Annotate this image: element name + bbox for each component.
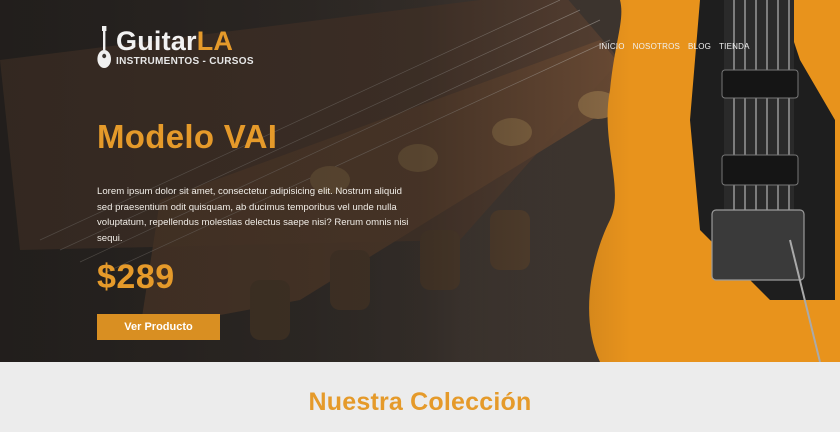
product-price: $289 xyxy=(97,258,175,296)
nav-item-blog[interactable]: Blog xyxy=(688,42,711,51)
view-product-button[interactable]: Ver Producto xyxy=(97,314,220,340)
main-nav: Inicio Nosotros Blog Tienda xyxy=(599,42,750,51)
site-logo[interactable]: GuitarLA INSTRUMENTOS - CURSOS xyxy=(96,26,254,72)
nav-item-tienda[interactable]: Tienda xyxy=(719,42,750,51)
logo-subtitle: INSTRUMENTOS - CURSOS xyxy=(116,56,254,67)
logo-title: GuitarLA xyxy=(116,26,254,56)
logo-text: GuitarLA INSTRUMENTOS - CURSOS xyxy=(116,26,254,67)
logo-title-part1: Guitar xyxy=(116,26,197,56)
nav-item-nosotros[interactable]: Nosotros xyxy=(633,42,680,51)
nav-item-inicio[interactable]: Inicio xyxy=(599,42,625,51)
product-description: Lorem ipsum dolor sit amet, consectetur … xyxy=(97,186,409,244)
product-title: Modelo VAI xyxy=(97,118,278,155)
logo-title-part2: LA xyxy=(196,26,234,56)
collection-title: Nuestra Colección xyxy=(308,388,532,416)
hero-section: GuitarLA INSTRUMENTOS - CURSOS Inicio No… xyxy=(0,0,840,362)
guitar-icon xyxy=(97,26,111,68)
